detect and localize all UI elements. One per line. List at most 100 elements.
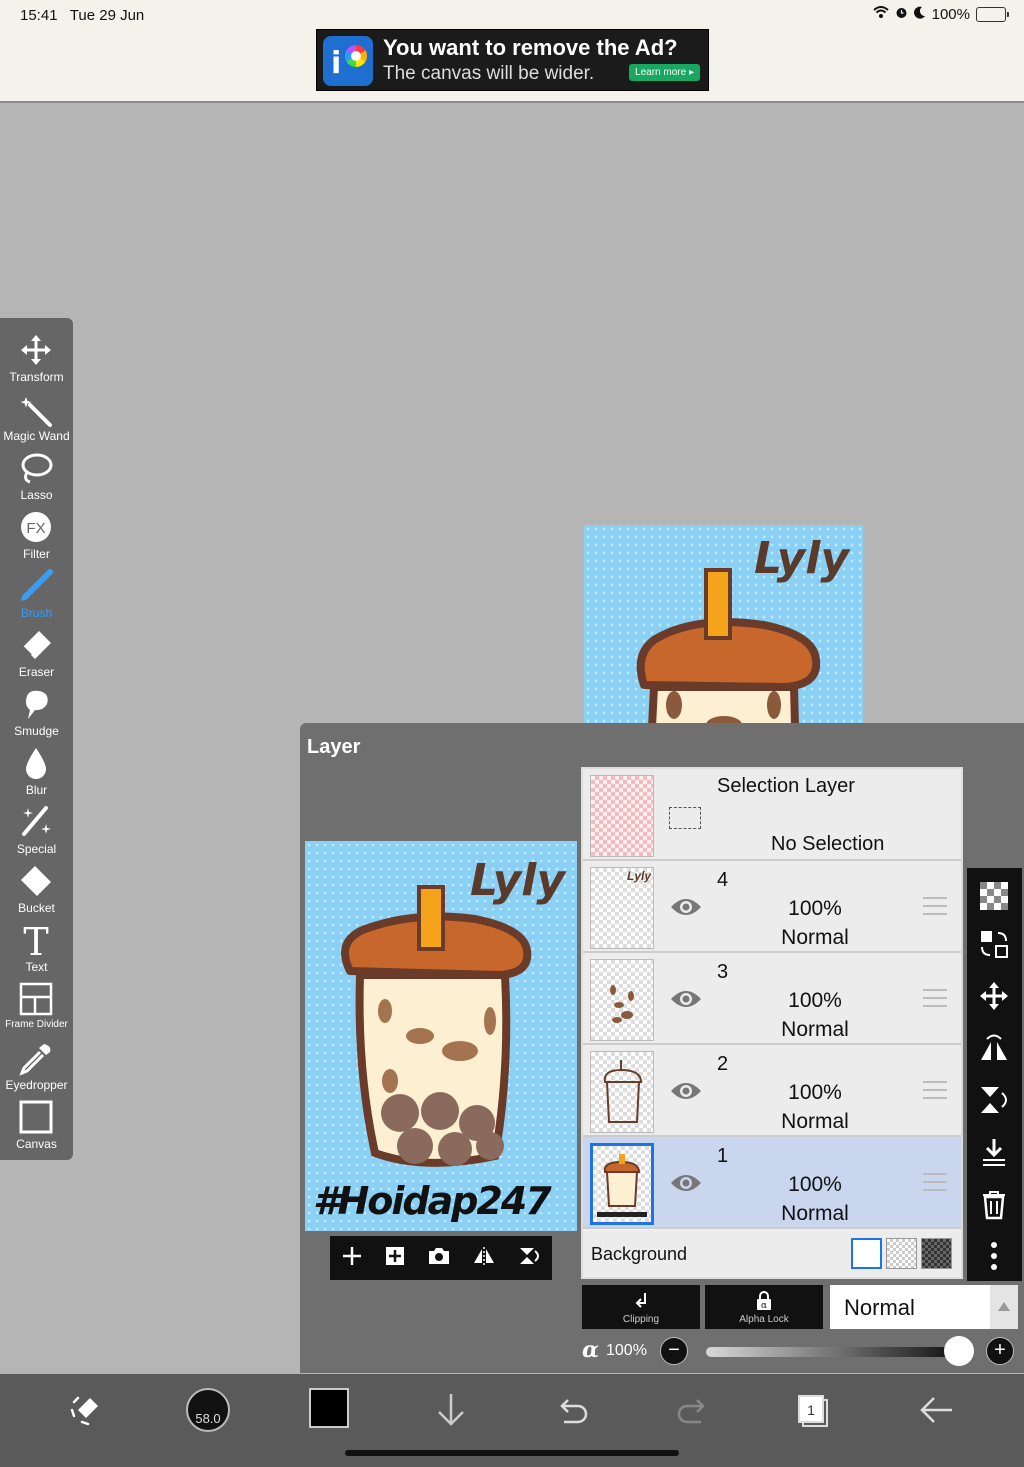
layer-panel-title: Layer bbox=[307, 736, 361, 758]
smudge-icon bbox=[26, 690, 48, 719]
canvas-icon bbox=[19, 1100, 53, 1134]
current-color-swatch[interactable] bbox=[309, 1388, 349, 1428]
layer-blend-mode: Normal bbox=[781, 1202, 849, 1225]
wifi-icon bbox=[872, 6, 889, 23]
eye-icon[interactable] bbox=[669, 1079, 703, 1108]
drag-handle-icon[interactable] bbox=[923, 897, 947, 921]
layer-number: 3 bbox=[717, 961, 729, 983]
opacity-slider-track[interactable] bbox=[706, 1347, 958, 1357]
flip-horizontal-icon[interactable] bbox=[472, 1245, 496, 1272]
drag-handle-icon[interactable] bbox=[923, 1173, 947, 1197]
sparkle-icon bbox=[22, 806, 51, 836]
eraser-icon bbox=[22, 631, 51, 659]
layer-number: 1 bbox=[717, 1145, 729, 1167]
tool-magic-wand[interactable]: Magic Wand bbox=[0, 385, 73, 444]
tool-bucket[interactable]: Bucket bbox=[0, 857, 73, 916]
redo-icon[interactable] bbox=[671, 1388, 715, 1432]
opacity-decrease-button[interactable]: − bbox=[660, 1337, 688, 1365]
transfer-layer-icon[interactable] bbox=[978, 928, 1010, 960]
alpha-lock-button[interactable]: α Alpha Lock bbox=[705, 1285, 823, 1329]
add-layer-icon[interactable] bbox=[341, 1245, 363, 1272]
drag-handle-icon[interactable] bbox=[923, 1081, 947, 1105]
moon-icon bbox=[913, 6, 926, 23]
tool-blur[interactable]: Blur bbox=[0, 739, 73, 798]
add-layer-copy-icon[interactable] bbox=[384, 1245, 406, 1272]
preview-signature: Lyly bbox=[470, 855, 566, 906]
background-white-swatch[interactable] bbox=[851, 1238, 882, 1269]
clipping-button[interactable]: Clipping bbox=[582, 1285, 700, 1329]
layers-icon[interactable]: 1 bbox=[793, 1388, 837, 1432]
background-row: Background bbox=[583, 1231, 961, 1277]
blend-mode-select[interactable]: Normal bbox=[830, 1285, 990, 1329]
merge-down-icon[interactable] bbox=[978, 1136, 1010, 1168]
checkerboard-icon[interactable] bbox=[978, 880, 1010, 912]
selection-rect-icon bbox=[669, 807, 701, 829]
camera-icon[interactable] bbox=[427, 1245, 451, 1272]
tool-lasso[interactable]: Lasso bbox=[0, 444, 73, 503]
tool-filter[interactable]: FX Filter bbox=[0, 503, 73, 562]
layer-thumbnail bbox=[590, 1051, 654, 1133]
tool-transform[interactable]: Transform bbox=[0, 326, 73, 385]
background-transparent-swatch[interactable] bbox=[886, 1238, 917, 1269]
more-options-icon[interactable] bbox=[978, 1240, 1010, 1272]
eye-icon[interactable] bbox=[669, 987, 703, 1016]
flip-vertical-icon[interactable] bbox=[517, 1245, 541, 1272]
layer-blend-mode: Normal bbox=[781, 1110, 849, 1133]
eyedropper-icon bbox=[19, 1044, 51, 1076]
tool-text[interactable]: T Text bbox=[0, 916, 73, 975]
lock-icon: α bbox=[757, 1291, 771, 1311]
layer-row-4[interactable]: Lyly 4 100% Normal bbox=[583, 861, 961, 953]
tool-special[interactable]: Special bbox=[0, 798, 73, 857]
ad-subtitle: The canvas will be wider. bbox=[383, 63, 595, 84]
undo-icon[interactable] bbox=[550, 1388, 594, 1432]
ad-title: You want to remove the Ad? bbox=[383, 35, 678, 60]
status-bar: 15:41 Tue 29 Jun 100% i You want to remo… bbox=[0, 0, 1024, 103]
tool-canvas[interactable]: Canvas bbox=[0, 1093, 73, 1152]
background-label: Background bbox=[591, 1244, 688, 1264]
selection-layer-row[interactable]: Selection Layer No Selection bbox=[583, 769, 961, 861]
layer-blend-mode: Normal bbox=[781, 1018, 849, 1041]
learn-more-button[interactable]: Learn more ▸ bbox=[629, 64, 700, 81]
tool-smudge[interactable]: Smudge bbox=[0, 680, 73, 739]
layer-row-3[interactable]: 3 100% Normal bbox=[583, 953, 961, 1045]
bucket-icon bbox=[21, 866, 51, 896]
canvas-preview[interactable]: Lyly #Hoidap247 bbox=[305, 841, 577, 1231]
trash-icon[interactable] bbox=[978, 1188, 1010, 1220]
tool-brush[interactable]: Brush bbox=[0, 562, 73, 621]
tool-frame-divider[interactable]: Frame Divider bbox=[0, 975, 73, 1034]
drag-handle-icon[interactable] bbox=[923, 989, 947, 1013]
brush-size-indicator[interactable]: 58.0 bbox=[186, 1388, 230, 1432]
flip-layer-horizontal-icon[interactable] bbox=[978, 1032, 1010, 1064]
layer-row-2[interactable]: 2 100% Normal bbox=[583, 1045, 961, 1137]
artwork-signature: Lyly bbox=[754, 533, 850, 584]
layer-action-bar bbox=[330, 1236, 552, 1280]
layer-blend-mode: Normal bbox=[781, 926, 849, 949]
eye-icon[interactable] bbox=[669, 1171, 703, 1200]
layer-number: 2 bbox=[717, 1053, 729, 1075]
opacity-slider-knob[interactable] bbox=[944, 1336, 974, 1366]
layer-thumbnail bbox=[590, 1143, 654, 1225]
svg-text:FX: FX bbox=[26, 520, 45, 537]
move-layer-icon[interactable] bbox=[978, 980, 1010, 1012]
ad-banner[interactable]: i You want to remove the Ad? The canvas … bbox=[316, 29, 709, 91]
selection-layer-name: Selection Layer bbox=[717, 775, 855, 797]
layer-opacity: 100% bbox=[788, 1081, 842, 1104]
opacity-value: 100% bbox=[606, 1342, 647, 1359]
back-arrow-icon[interactable] bbox=[914, 1388, 958, 1432]
drop-icon bbox=[26, 748, 46, 779]
eye-icon[interactable] bbox=[669, 895, 703, 924]
layer-row-1[interactable]: 1 100% Normal bbox=[583, 1137, 961, 1229]
alarm-icon bbox=[895, 6, 908, 23]
tool-eyedropper[interactable]: Eyedropper bbox=[0, 1034, 73, 1093]
flip-layer-vertical-icon[interactable] bbox=[978, 1084, 1010, 1116]
layer-opacity: 100% bbox=[788, 897, 842, 920]
background-dark-swatch[interactable] bbox=[921, 1238, 952, 1269]
ibispaint-logo-icon: i bbox=[323, 36, 373, 86]
quick-tools-icon[interactable] bbox=[64, 1388, 108, 1432]
tool-eraser[interactable]: Eraser bbox=[0, 621, 73, 680]
svg-text:T: T bbox=[23, 922, 48, 958]
down-arrow-icon[interactable] bbox=[429, 1388, 473, 1432]
opacity-increase-button[interactable]: + bbox=[986, 1337, 1014, 1365]
blend-mode-arrow-icon[interactable] bbox=[990, 1285, 1018, 1329]
text-icon: T bbox=[23, 922, 48, 958]
